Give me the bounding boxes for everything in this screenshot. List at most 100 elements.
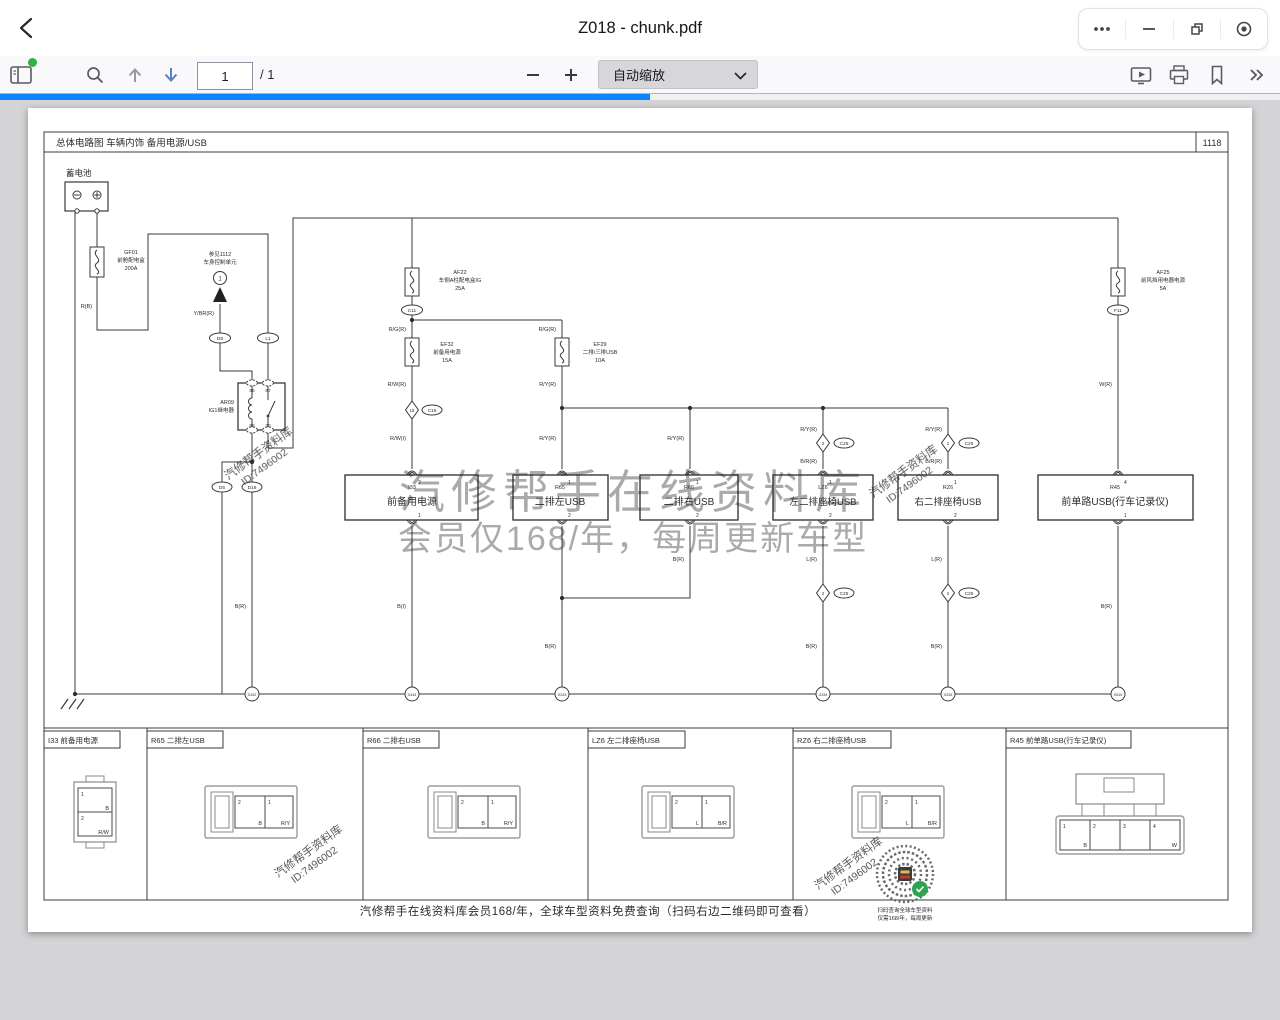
pin-wire: L	[906, 821, 909, 827]
inline-pin: 18	[410, 408, 415, 413]
fuse-name: 车侧A柱配电盒IG	[439, 276, 481, 284]
connector-tag: L1	[265, 336, 271, 342]
wire-label: R/Y(R)	[539, 436, 556, 442]
bookmark-button[interactable]	[1204, 62, 1230, 88]
pin-wire: L	[696, 821, 699, 827]
fuse-id: AF22	[453, 270, 466, 276]
verified-badge-icon	[912, 881, 928, 897]
relay-pin: 85	[249, 388, 255, 394]
sidebar-toggle-button[interactable]	[8, 62, 34, 88]
connector-face-i33: 1 B 2 R/W	[74, 776, 116, 848]
zoom-out-button[interactable]	[520, 62, 546, 88]
page-number-input[interactable]	[197, 62, 253, 90]
ellipsis-icon	[1092, 19, 1112, 39]
pdf-viewer-area[interactable]: 总体电路图 车辆内饰 备用电源/USB 1118	[0, 100, 1280, 1020]
next-page-button[interactable]	[158, 62, 184, 88]
component-box-r45: R45 前单路USB(行车记录仪) 4 1	[1038, 475, 1193, 520]
pdf-toolbar: / 1 自动缩放	[0, 56, 1280, 94]
wire-label: B(R)	[931, 644, 942, 650]
zoom-in-button[interactable]	[558, 62, 584, 88]
fuse-name: 二排/三排USB	[583, 348, 618, 356]
printer-icon	[1168, 65, 1190, 85]
battery-label: 蓄电池	[66, 168, 92, 178]
pin-wire: B/R	[718, 821, 727, 827]
plus-icon	[563, 67, 579, 83]
pin-number: 3	[1123, 824, 1126, 830]
more-tools-button[interactable]	[1244, 62, 1270, 88]
pin-wire: B	[1083, 843, 1087, 849]
panel-label: LZ6 左二排座椅USB	[592, 735, 660, 745]
pdf-page: 总体电路图 车辆内饰 备用电源/USB 1118	[28, 108, 1252, 932]
panel-label: R45 前单路USB(行车记录仪)	[1010, 735, 1107, 745]
bcm-reference: 参见1112 车身控制单元 1 Y/BR(R)	[194, 250, 237, 317]
box-pin: 1	[1124, 513, 1127, 519]
fuse-af25: AF25 前风挡用电器电源 5A W(R)	[1099, 268, 1185, 388]
fuse-id: EF29	[593, 342, 606, 348]
panel-label: RZ6 右二排座椅USB	[797, 735, 866, 745]
footer-ad-text: 汽修帮手在线资料库会员168/年，全球车型资料免费查询（扫码右边二维码即可查看）	[360, 904, 816, 918]
presentation-mode-button[interactable]	[1128, 62, 1154, 88]
wire-label: W(R)	[1099, 382, 1112, 388]
box-pin: 4	[1124, 480, 1127, 486]
fuse-gf01: GF01 前舱配电盒 200A R(B)	[81, 247, 146, 310]
sheet-header: 总体电路图 车辆内饰 备用电源/USB	[56, 137, 207, 149]
fuse-af22: AF22 车侧A柱配电盒IG 25A	[405, 268, 481, 296]
fuse-ef32: EF32 前备用电源 15A R/W(R) R/W(I)	[388, 338, 462, 442]
page-total-label: / 1	[260, 56, 274, 93]
relay-id: AR09	[220, 400, 234, 406]
previous-page-button[interactable]	[122, 62, 148, 88]
pin-number: 2	[81, 816, 84, 822]
wires	[75, 211, 1118, 694]
panel-label: I33 前备用电源	[48, 735, 99, 745]
ground-tag: G515	[1114, 693, 1123, 697]
connector-tag: C25	[965, 591, 974, 597]
panel-labels: I33 前备用电源 R65 二排左USB R66 二排右USB LZ6 左二排座…	[44, 731, 1131, 748]
pin-wire: R/W	[98, 830, 110, 836]
relay-pin: 87	[265, 388, 271, 394]
red-watermark: 汽修帮手在线资料库 会员仅168/年，每周更新车型	[398, 466, 868, 558]
stamp-caption: 扫码查询全球车型资料	[877, 906, 933, 914]
find-button[interactable]	[82, 62, 108, 88]
more-options-button[interactable]	[1079, 9, 1125, 49]
zoom-mode-select[interactable]: 自动缩放	[598, 60, 758, 89]
wire-label: R(B)	[81, 304, 92, 310]
fuse-rating: 25A	[455, 286, 465, 292]
fuse-id: GF01	[124, 250, 138, 256]
wire-label: B(R)	[1101, 604, 1112, 610]
wire-label: R/Y(R)	[925, 427, 942, 433]
stamp-caption: 仅需168/年，每周更新	[878, 914, 933, 922]
ground-tag: G334	[819, 693, 828, 697]
pin-wire: B	[105, 806, 109, 812]
pin-wire: B/R	[928, 821, 937, 827]
box-pin: 2	[954, 513, 957, 519]
sidebar-icon	[10, 66, 32, 84]
record-button[interactable]	[1221, 9, 1267, 49]
stamp-logo	[898, 867, 912, 881]
wire-label: R/W(I)	[390, 436, 406, 442]
notification-dot	[28, 58, 37, 67]
connector-face-r45: 1 B 2 3 4 W	[1056, 774, 1184, 854]
panel-label: R65 二排左USB	[151, 735, 205, 745]
wire-label: R/Y(R)	[539, 382, 556, 388]
restore-window-button[interactable]	[1174, 9, 1220, 49]
presentation-icon	[1130, 65, 1152, 85]
pin-number: 2	[238, 800, 241, 806]
chevron-down-icon	[734, 72, 747, 80]
wire-label: R/G(R)	[389, 327, 407, 333]
qr-stamp: 扫码查询全球车型资料 仅需168/年，每周更新	[877, 846, 933, 922]
connector-tag: C25	[840, 441, 849, 447]
connector-tag: C25	[965, 441, 974, 447]
bcm-ref-label: 参见1112	[209, 250, 231, 258]
fuse-rating: 10A	[595, 358, 605, 364]
pin-wire: B	[258, 821, 262, 827]
print-button[interactable]	[1166, 62, 1192, 88]
pin-wire: R/Y	[281, 821, 291, 827]
minimize-button[interactable]	[1126, 9, 1172, 49]
restore-icon	[1189, 21, 1205, 37]
chassis-ground-icon	[61, 699, 84, 709]
arrow-up-icon	[125, 65, 145, 85]
pin-number: 4	[1153, 824, 1156, 830]
bcm-name-label: 车身控制单元	[203, 258, 237, 266]
box-name: 右二排座椅USB	[914, 496, 981, 508]
search-icon	[85, 65, 105, 85]
